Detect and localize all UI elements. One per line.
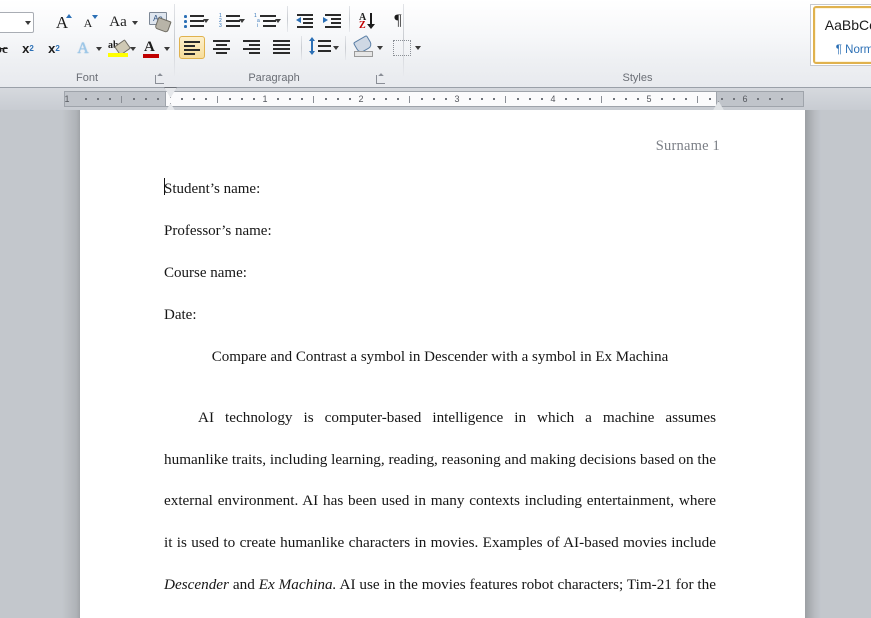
align-center-button[interactable] (209, 36, 235, 59)
strikethrough-button[interactable]: abc (0, 38, 10, 59)
document-canvas: Surname 1 Student’s name: Professor’s na… (0, 110, 871, 618)
styles-group-label: Styles (622, 72, 653, 84)
document-page[interactable]: Surname 1 Student’s name: Professor’s na… (80, 110, 805, 618)
align-left-button[interactable] (179, 36, 205, 59)
change-case-button[interactable]: Aa (106, 12, 140, 33)
document-paragraph: AI technology is computer-based intellig… (164, 397, 716, 618)
align-right-icon (239, 36, 265, 59)
font-group-label: Font (75, 72, 98, 84)
page-shadow-right (805, 110, 821, 618)
field-course-name: Course name: (164, 265, 247, 281)
text-highlight-button[interactable]: ab (106, 38, 138, 59)
text-effects-icon: A (77, 39, 89, 57)
ribbon-group-styles: AaBbCcDc ¶ Normal AaBbCcDc ¶ No Spaci...… (404, 0, 871, 88)
paragraph-text-2: and (228, 575, 259, 593)
align-right-button[interactable] (239, 36, 265, 59)
horizontal-ruler[interactable]: 1 1 2 3 4 5 6 (64, 87, 804, 118)
field-student-name: Student’s name: (164, 181, 261, 197)
font-color-button[interactable]: A (140, 38, 172, 59)
styles-gallery[interactable]: AaBbCcDc ¶ Normal AaBbCcDc ¶ No Spaci...… (810, 4, 871, 66)
chevron-down-icon (96, 46, 102, 51)
line-spacing-button[interactable] (307, 36, 341, 59)
decrease-indent-icon (293, 10, 317, 32)
ribbon-group-paragraph: 1 2 3 1 a i A Z ¶ Paragraph (175, 0, 421, 88)
subscript-button[interactable]: x2 (16, 38, 40, 59)
change-case-icon: Aa (109, 14, 127, 30)
paragraph-italic-ex-machina: Ex Machina. (258, 575, 337, 593)
paragraph-group-body: 1 2 3 1 a i A Z ¶ (175, 0, 421, 68)
font-dialog-launcher[interactable] (154, 73, 166, 85)
font-size-combo[interactable]: 12 (0, 12, 34, 33)
paragraph-italic-descender: Descender (164, 575, 229, 593)
paragraph-dialog-launcher[interactable] (375, 73, 387, 85)
word-document-window: 12 A A Aa Aa (0, 0, 871, 618)
increase-indent-button[interactable] (321, 10, 345, 32)
document-title: Compare and Contrast a symbol in Descend… (211, 349, 669, 365)
superscript-icon: x2 (48, 41, 60, 56)
chevron-down-icon (203, 19, 209, 23)
bullets-button[interactable] (179, 10, 211, 32)
ruler-number: 2 (358, 94, 364, 104)
eraser-icon (154, 16, 172, 34)
justify-button[interactable] (269, 36, 295, 59)
ruler-number: 3 (454, 94, 460, 104)
ribbon: 12 A A Aa Aa (0, 0, 871, 88)
sort-letter-z: Z (359, 20, 366, 31)
style-name: ¶ Normal (835, 44, 871, 56)
chevron-down-icon (275, 19, 281, 23)
page-shadow-left (62, 110, 80, 618)
ruler-number: 6 (742, 94, 748, 104)
increase-indent-icon (321, 10, 345, 32)
up-arrow-icon (66, 14, 72, 18)
align-center-icon (209, 36, 235, 59)
down-arrow-icon (92, 15, 98, 19)
divider (349, 6, 350, 32)
chevron-down-icon (25, 20, 31, 25)
strikethrough-icon: abc (0, 41, 8, 56)
font-group-body: 12 A A Aa Aa (0, 0, 174, 68)
sort-button[interactable]: A Z (355, 10, 381, 32)
divider (287, 6, 288, 32)
shading-color-swatch (354, 51, 373, 57)
numbering-button[interactable]: 1 2 3 (215, 10, 247, 32)
document-body[interactable]: Surname 1 Student’s name: Professor’s na… (80, 110, 805, 618)
field-date: Date: (164, 307, 197, 323)
align-left-icon (180, 37, 204, 58)
clear-formatting-button[interactable]: Aa (146, 10, 172, 34)
ruler-right-margin (716, 92, 803, 106)
ribbon-group-font: 12 A A Aa Aa (0, 0, 174, 88)
subscript-icon: x2 (22, 41, 34, 56)
sort-arrow-icon (367, 24, 375, 29)
page-header-surname: Surname 1 (655, 138, 720, 154)
ruler-number-left: 1 (64, 94, 70, 104)
paragraph-group-label: Paragraph (248, 72, 300, 84)
divider (345, 36, 346, 60)
chevron-down-icon (239, 19, 245, 23)
decrease-indent-button[interactable] (293, 10, 317, 32)
chevron-down-icon (130, 46, 136, 51)
justify-icon (269, 36, 295, 59)
chevron-down-icon (377, 45, 383, 50)
font-color-swatch (143, 54, 159, 58)
superscript-button[interactable]: x2 (42, 38, 66, 59)
chevron-down-icon (132, 20, 138, 25)
paragraph-text-1: AI technology is computer-based intellig… (164, 409, 716, 551)
text-effects-button[interactable]: A (72, 38, 104, 59)
grow-font-button[interactable]: A (50, 12, 74, 33)
shading-button[interactable] (351, 34, 385, 59)
ruler-number: 1 (262, 94, 268, 104)
ruler-left-margin (65, 92, 166, 106)
chevron-down-icon (164, 46, 170, 51)
field-professor-name: Professor’s name: (164, 223, 272, 239)
chevron-down-icon (333, 45, 339, 50)
ruler-number: 5 (646, 94, 652, 104)
style-item-normal[interactable]: AaBbCcDc ¶ Normal (813, 6, 871, 64)
divider (301, 36, 302, 60)
multilevel-list-button[interactable]: 1 a i (251, 10, 283, 32)
highlight-color-swatch (108, 53, 128, 57)
style-preview: AaBbCcDc (824, 17, 871, 33)
ruler-number: 4 (550, 94, 556, 104)
shrink-font-button[interactable]: A (76, 12, 100, 33)
